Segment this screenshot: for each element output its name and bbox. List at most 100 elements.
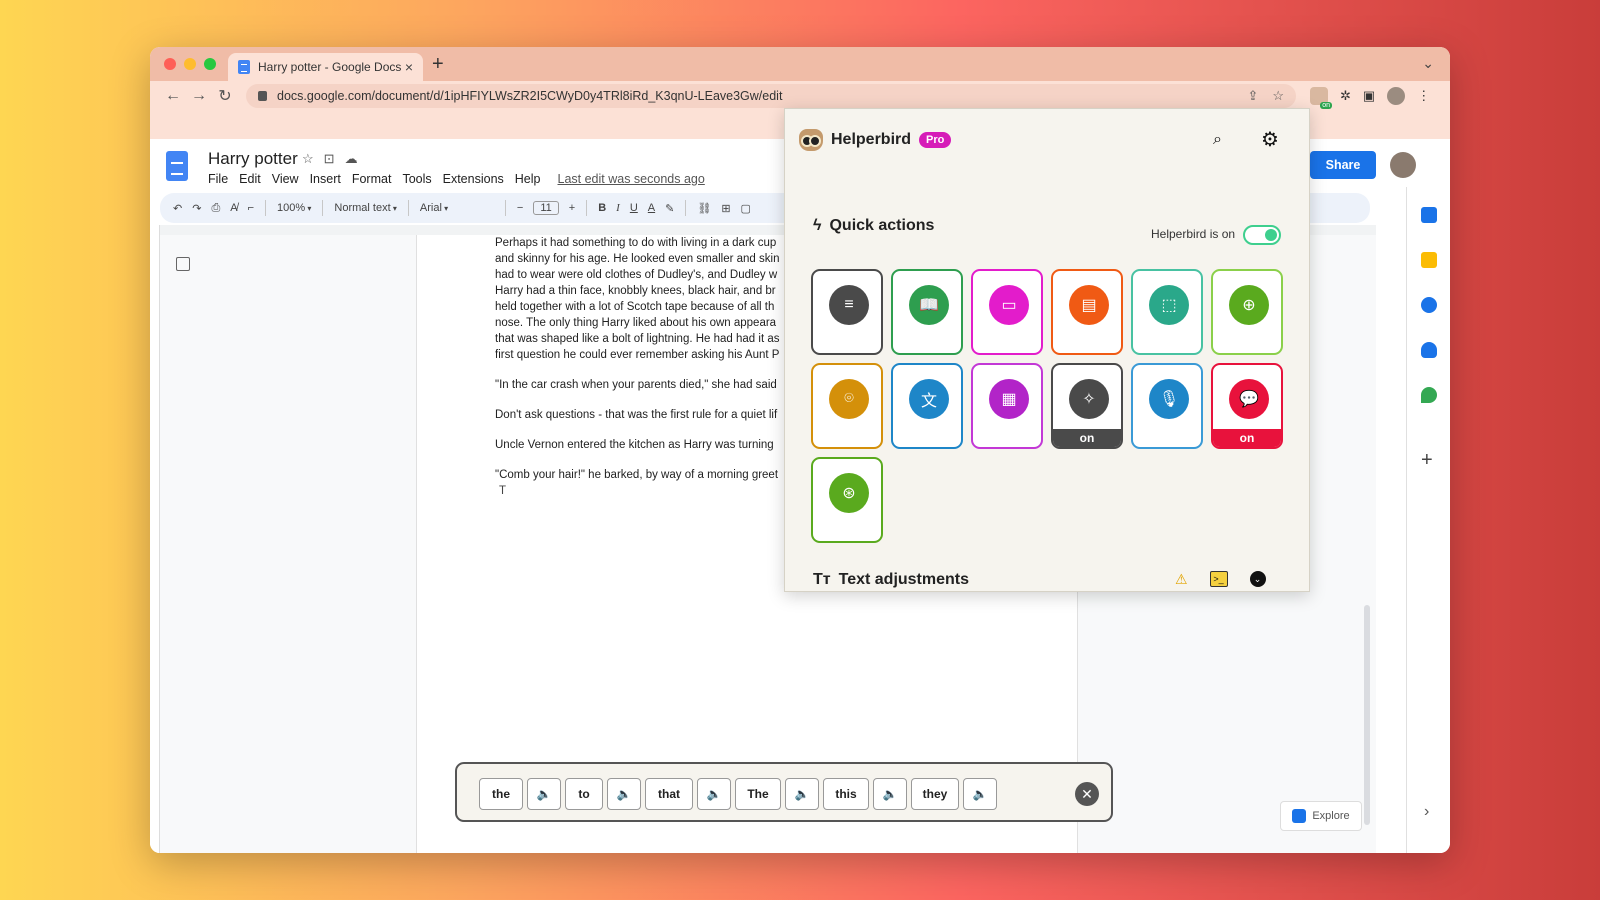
- docs-logo-icon[interactable]: [166, 151, 188, 181]
- helperbird-extension-icon[interactable]: [1310, 87, 1332, 109]
- font-select[interactable]: Arial: [420, 202, 494, 214]
- quick-action-tile[interactable]: ⌾: [811, 363, 883, 449]
- text-adjustments-heading[interactable]: Tт Text adjustments: [813, 571, 969, 589]
- underline-button[interactable]: U: [630, 202, 638, 214]
- quick-action-tile[interactable]: ▤: [1051, 269, 1123, 355]
- font-size-input[interactable]: 11: [533, 201, 559, 215]
- chevron-down-icon[interactable]: ⌄: [1249, 571, 1266, 587]
- word-suggestion-button[interactable]: the: [479, 778, 523, 810]
- warning-icon[interactable]: ⚠: [1175, 571, 1188, 588]
- reload-icon[interactable]: ↻: [212, 86, 238, 106]
- keep-icon[interactable]: [1421, 252, 1437, 268]
- undo-icon[interactable]: ↶: [173, 202, 182, 215]
- redo-icon[interactable]: ↷: [192, 202, 201, 215]
- quick-action-tile[interactable]: ✧ on: [1051, 363, 1123, 449]
- menu-format[interactable]: Format: [352, 172, 392, 186]
- quick-action-tile[interactable]: ⊛: [811, 457, 883, 543]
- bookmark-star-icon[interactable]: ☆: [1272, 88, 1284, 104]
- image-icon[interactable]: ▢: [741, 202, 751, 215]
- last-edit-link[interactable]: Last edit was seconds ago: [558, 172, 705, 186]
- share-button[interactable]: Share: [1310, 151, 1376, 179]
- quick-action-tile[interactable]: ▭: [971, 269, 1043, 355]
- quick-action-tile[interactable]: ⊕: [1211, 269, 1283, 355]
- menu-insert[interactable]: Insert: [310, 172, 341, 186]
- close-tab-icon[interactable]: ×: [405, 59, 413, 75]
- quick-action-tile[interactable]: ≡: [811, 269, 883, 355]
- document-title[interactable]: Harry potter: [208, 149, 298, 169]
- side-panel-icon[interactable]: ▣: [1363, 88, 1375, 104]
- quick-action-tile[interactable]: 📖: [891, 269, 963, 355]
- quick-action-tile[interactable]: 💬 on: [1211, 363, 1283, 449]
- explore-button[interactable]: Explore: [1280, 801, 1362, 831]
- maps-icon[interactable]: [1421, 387, 1437, 403]
- tab-search-icon[interactable]: ⌄: [1422, 55, 1434, 72]
- speaker-icon[interactable]: 🔈: [697, 778, 731, 810]
- speaker-icon[interactable]: 🔈: [527, 778, 561, 810]
- quick-action-tile[interactable]: ⬚: [1131, 269, 1203, 355]
- increase-font-size-button[interactable]: +: [569, 202, 575, 214]
- paint-format-icon[interactable]: ⌐: [248, 202, 254, 214]
- user-avatar[interactable]: [1390, 152, 1416, 178]
- zoom-window-button[interactable]: [204, 58, 216, 70]
- speaker-icon[interactable]: 🔈: [607, 778, 641, 810]
- document-text[interactable]: Perhaps it had something to do with livi…: [495, 235, 795, 499]
- profile-avatar[interactable]: [1387, 87, 1406, 105]
- quick-action-tile[interactable]: 🎙: [1131, 363, 1203, 449]
- menu-help[interactable]: Help: [515, 172, 541, 186]
- forward-icon[interactable]: →: [186, 87, 212, 105]
- address-bar[interactable]: docs.google.com/document/d/1ipHFIYLWsZR2…: [246, 84, 1296, 108]
- zoom-select[interactable]: 100%: [277, 202, 311, 214]
- quick-action-tile[interactable]: 文: [891, 363, 963, 449]
- speaker-icon[interactable]: 🔈: [785, 778, 819, 810]
- document-outline-icon[interactable]: [176, 257, 190, 271]
- vertical-scrollbar[interactable]: [1364, 605, 1370, 825]
- menu-extensions[interactable]: Extensions: [443, 172, 504, 186]
- close-icon[interactable]: ✕: [1075, 782, 1099, 806]
- gear-icon[interactable]: ⚙: [1261, 127, 1279, 152]
- comment-icon[interactable]: ⊞: [721, 202, 730, 215]
- search-icon[interactable]: ⌕: [1213, 131, 1222, 149]
- print-icon[interactable]: ⎙: [211, 202, 220, 215]
- text-color-button[interactable]: A: [648, 202, 655, 214]
- browser-tab[interactable]: Harry potter - Google Docs ×: [228, 53, 423, 81]
- terminal-icon[interactable]: >_: [1209, 571, 1228, 587]
- word-suggestion-button[interactable]: that: [645, 778, 693, 810]
- menu-file[interactable]: File: [208, 172, 228, 186]
- close-window-button[interactable]: [164, 58, 176, 70]
- body-line: and skinny for his age. He looked even s…: [495, 253, 780, 265]
- quick-action-tile[interactable]: ▦: [971, 363, 1043, 449]
- share-page-icon[interactable]: ⇪: [1247, 88, 1258, 104]
- italic-button[interactable]: I: [616, 202, 620, 214]
- contacts-icon[interactable]: [1421, 342, 1437, 358]
- minimize-window-button[interactable]: [184, 58, 196, 70]
- speaker-icon[interactable]: 🔈: [873, 778, 907, 810]
- lock-icon[interactable]: [258, 91, 267, 101]
- word-suggestion-button[interactable]: The: [735, 778, 781, 810]
- bold-button[interactable]: B: [598, 202, 606, 214]
- word-suggestion-button[interactable]: to: [565, 778, 603, 810]
- collapse-panel-icon[interactable]: ›: [1424, 803, 1429, 821]
- cloud-status-icon[interactable]: ☁: [345, 151, 358, 167]
- menu-edit[interactable]: Edit: [239, 172, 261, 186]
- add-addon-icon[interactable]: +: [1421, 449, 1433, 472]
- menu-view[interactable]: View: [272, 172, 299, 186]
- extensions-puzzle-icon[interactable]: ✲: [1340, 88, 1351, 104]
- move-folder-icon[interactable]: ⊡: [324, 151, 335, 167]
- star-icon[interactable]: ☆: [302, 151, 314, 167]
- spellcheck-icon[interactable]: A̸: [230, 202, 237, 214]
- decrease-font-size-button[interactable]: −: [517, 202, 523, 214]
- word-suggestion-button[interactable]: this: [823, 778, 869, 810]
- back-icon[interactable]: ←: [160, 87, 186, 105]
- new-tab-button[interactable]: +: [432, 53, 444, 76]
- highlight-icon[interactable]: ✎: [665, 202, 674, 215]
- browser-menu-icon[interactable]: ⋮: [1417, 88, 1430, 104]
- helperbird-toggle[interactable]: [1243, 225, 1281, 245]
- menu-tools[interactable]: Tools: [402, 172, 431, 186]
- calendar-icon[interactable]: [1421, 207, 1437, 223]
- tasks-icon[interactable]: [1421, 297, 1437, 313]
- style-select[interactable]: Normal text: [334, 202, 397, 214]
- link-icon[interactable]: ⛓: [697, 202, 711, 215]
- word-suggestion-button[interactable]: they: [911, 778, 959, 810]
- url-text[interactable]: docs.google.com/document/d/1ipHFIYLWsZR2…: [277, 89, 782, 103]
- speaker-icon[interactable]: 🔈: [963, 778, 997, 810]
